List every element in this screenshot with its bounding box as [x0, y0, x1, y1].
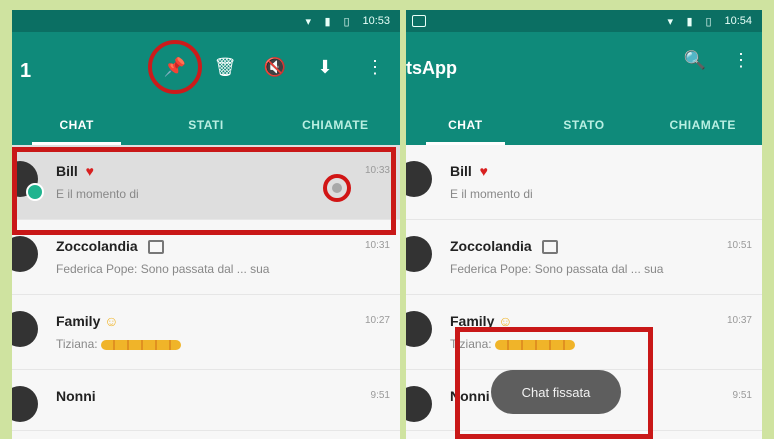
- chat-name: Zoccolandia: [450, 238, 558, 255]
- more-vert-icon[interactable]: ⋮: [732, 50, 750, 71]
- battery-icon: ▯: [343, 16, 350, 28]
- chat-preview: Tiziana:: [450, 337, 575, 351]
- left-phone-screen: ▾ ▮ ▯ 10:53 1 📌 🗑 🔇 ⬇ ⋮ CHAT STATI CHIAM…: [12, 10, 400, 439]
- heart-icon: ♥: [85, 163, 94, 179]
- pin-highlight-ring: [148, 40, 202, 94]
- left-status-time: 10:53: [362, 15, 390, 27]
- avatar: [12, 161, 44, 201]
- chat-row-family[interactable]: Family ☺ 10:27 Tiziana:: [12, 295, 400, 370]
- chat-name: Bill ♥: [450, 163, 488, 179]
- left-status-icons: ▾ ▮ ▯ 10:53: [305, 15, 390, 28]
- left-selection-toolbar: 1 📌 🗑 🔇 ⬇ ⋮: [12, 32, 400, 104]
- chat-preview: E il momento di: [56, 187, 139, 201]
- avatar: [406, 311, 432, 347]
- emoji-icon: ☺: [498, 313, 513, 329]
- wifi-icon: ▾: [667, 16, 673, 28]
- tab-chiamate[interactable]: CHIAMATE: [271, 104, 400, 145]
- chat-time: 10:37: [726, 315, 752, 326]
- battery-icon: ▯: [705, 16, 712, 28]
- avatar: [406, 236, 432, 272]
- chat-row-family[interactable]: Family ☺ 10:37 Tiziana:: [406, 295, 762, 370]
- mute-icon: 🔇: [263, 56, 287, 77]
- archive-icon: ⬇: [317, 56, 333, 77]
- chat-time: 10:33: [364, 165, 390, 176]
- chat-name: Family ☺: [56, 313, 119, 329]
- chat-time: 10:51: [726, 240, 752, 251]
- selected-count: 1: [20, 60, 32, 82]
- left-app-bar: ▾ ▮ ▯ 10:53 1 📌 🗑 🔇 ⬇ ⋮ CHAT STATI CHIAM…: [12, 10, 400, 145]
- avatar: [12, 236, 38, 272]
- right-phone-screen: ▾ ▮ ▯ 10:54 tsApp 🔍 ⋮ CHAT STATO CHIAMAT…: [406, 10, 762, 439]
- tab-chat[interactable]: CHAT: [406, 104, 525, 145]
- signal-icon: ▮: [686, 16, 693, 28]
- avatar: [406, 161, 432, 197]
- chat-row-zoccolandia[interactable]: Zoccolandia 10:51 Federica Pope: Sono pa…: [406, 220, 762, 295]
- chat-preview: Federica Pope: Sono passata dal ... sua: [450, 262, 664, 276]
- chat-preview: Federica Pope: Sono passata dal ... sua: [56, 262, 270, 276]
- tab-stati[interactable]: STATI: [141, 104, 270, 145]
- pin-chat-button[interactable]: 📌: [148, 40, 202, 94]
- more-options-button[interactable]: ⋮: [360, 52, 390, 82]
- search-icon[interactable]: 🔍: [684, 50, 706, 71]
- toast-notification: Chat fissata: [491, 370, 621, 414]
- more-vert-icon: ⋮: [366, 56, 384, 77]
- chat-preview: Tiziana:: [56, 337, 181, 351]
- right-tabs: CHAT STATO CHIAMATE: [406, 104, 762, 145]
- tab-chat[interactable]: CHAT: [12, 104, 141, 145]
- right-toolbar-actions: 🔍 ⋮: [684, 50, 750, 71]
- right-status-time: 10:54: [724, 15, 752, 27]
- pinned-icon: [332, 183, 342, 193]
- chat-time: 10:31: [364, 240, 390, 251]
- right-app-bar: ▾ ▮ ▯ 10:54 tsApp 🔍 ⋮ CHAT STATO CHIAMAT…: [406, 10, 762, 145]
- selected-check-icon: [26, 183, 44, 201]
- right-chat-list: Bill ♥ E il momento di Zoccolandia 10:51…: [406, 145, 762, 439]
- chat-row-zoccolandia[interactable]: Zoccolandia 10:31 Federica Pope: Sono pa…: [12, 220, 400, 295]
- app-title: tsApp: [406, 58, 457, 78]
- chat-time: 10:27: [364, 315, 390, 326]
- avatar: [12, 386, 38, 422]
- notification-icon: [412, 15, 426, 27]
- tab-chiamate[interactable]: CHIAMATE: [643, 104, 762, 145]
- emoji-sequence: [100, 339, 181, 350]
- left-tabs: CHAT STATI CHIAMATE: [12, 104, 400, 145]
- left-status-bar: ▾ ▮ ▯ 10:53: [12, 10, 400, 32]
- signal-icon: ▮: [324, 16, 331, 28]
- mute-chat-button[interactable]: 🔇: [260, 52, 290, 82]
- heart-icon: ♥: [479, 163, 488, 179]
- left-toolbar-actions: 📌 🗑 🔇 ⬇ ⋮: [148, 40, 390, 94]
- chat-name: Nonni: [56, 388, 96, 404]
- avatar: [406, 386, 432, 422]
- right-status-icons: ▾ ▮ ▯ 10:54: [667, 15, 752, 28]
- tab-stato[interactable]: STATO: [525, 104, 644, 145]
- wifi-icon: ▾: [305, 16, 311, 28]
- chat-name: Bill ♥: [56, 163, 94, 179]
- chat-name: Nonni: [450, 388, 490, 404]
- chat-row-nonni[interactable]: Nonni 9:51: [12, 370, 400, 431]
- chat-preview: E il momento di: [450, 187, 533, 201]
- delete-chat-button[interactable]: 🗑: [210, 52, 240, 82]
- tv-icon: [147, 240, 164, 255]
- chat-name: Zoccolandia: [56, 238, 164, 255]
- emoji-icon: ☺: [104, 313, 119, 329]
- chat-name: Family ☺: [450, 313, 513, 329]
- avatar: [12, 311, 38, 347]
- tv-icon: [541, 240, 558, 255]
- emoji-sequence: [494, 339, 575, 350]
- right-status-bar: ▾ ▮ ▯ 10:54: [406, 10, 762, 32]
- chat-time: 9:51: [370, 390, 390, 401]
- chat-row-bill[interactable]: Bill ♥ E il momento di: [406, 145, 762, 220]
- delete-icon: 🗑: [213, 56, 237, 77]
- chat-time: 9:51: [732, 390, 752, 401]
- archive-chat-button[interactable]: ⬇: [310, 52, 340, 82]
- screenshot-frame: ▾ ▮ ▯ 10:53 1 📌 🗑 🔇 ⬇ ⋮ CHAT STATI CHIAM…: [0, 0, 774, 439]
